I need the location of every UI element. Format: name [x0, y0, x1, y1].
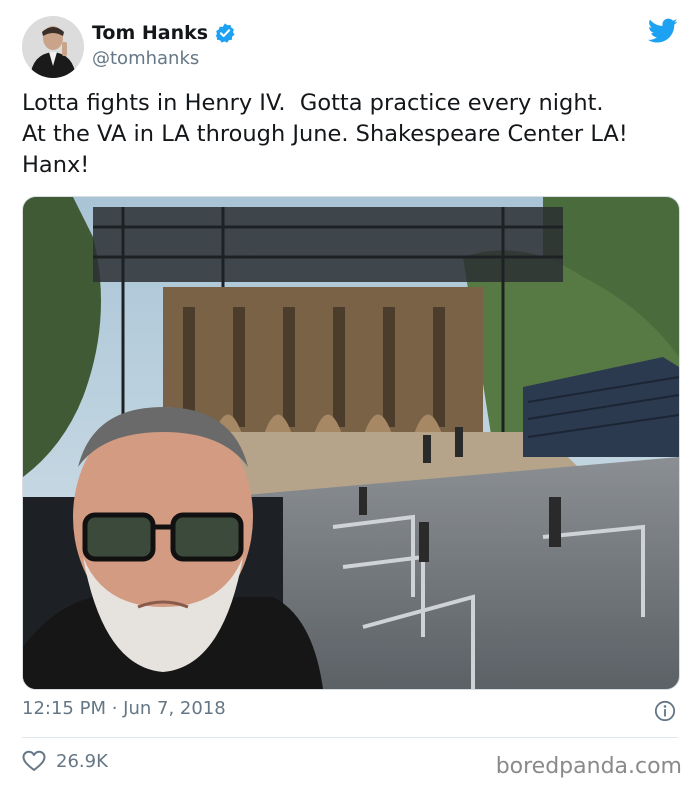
twitter-bird-icon[interactable] — [648, 18, 678, 44]
tweet-text: Lotta fights in Henry IV. Gotta practice… — [22, 90, 628, 178]
divider — [22, 737, 678, 738]
author-info: Tom Hanks @tomhanks — [92, 22, 236, 69]
author-name[interactable]: Tom Hanks — [92, 22, 208, 44]
like-action[interactable]: 26.9K — [22, 750, 108, 772]
avatar[interactable] — [22, 16, 84, 78]
info-icon[interactable] — [654, 700, 676, 722]
tweet-photo[interactable] — [22, 196, 680, 690]
watermark: boredpanda.com — [495, 754, 682, 779]
like-count: 26.9K — [56, 750, 108, 772]
verified-badge-icon — [215, 23, 235, 43]
tweet-timestamp[interactable]: 12:15 PM · Jun 7, 2018 — [22, 698, 226, 719]
author-handle[interactable]: @tomhanks — [92, 48, 236, 69]
tweet-card: Tom Hanks @tomhanks Lotta fights in Henr… — [0, 0, 700, 790]
heart-icon[interactable] — [22, 750, 46, 772]
